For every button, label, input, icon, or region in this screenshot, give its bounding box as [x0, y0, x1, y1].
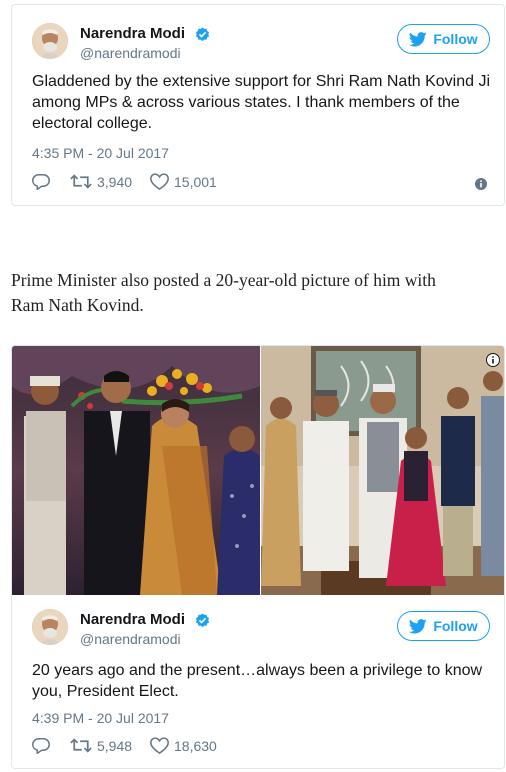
like-count: 18,630 — [174, 737, 217, 754]
article-line: Prime Minister also posted a 20-year-old… — [11, 270, 436, 290]
tweet-text-line: you, President Elect. — [32, 683, 179, 700]
follow-button[interactable]: Follow — [397, 24, 490, 54]
retweet-button[interactable]: 3,940 — [70, 173, 132, 190]
heart-icon — [150, 173, 169, 190]
reply-icon — [32, 174, 50, 190]
media-info-icon[interactable] — [486, 353, 500, 367]
author-handle[interactable]: @narendramodi — [80, 45, 181, 61]
embedded-tweet: Narendra Modi @narendramodi Follow Gladd… — [11, 4, 505, 206]
author-handle[interactable]: @narendramodi — [80, 631, 181, 647]
verified-badge-icon — [195, 613, 210, 628]
tweet-timestamp[interactable]: 4:39 PM - 20 Jul 2017 — [32, 710, 169, 726]
author-avatar[interactable] — [32, 609, 68, 645]
follow-label: Follow — [433, 31, 478, 47]
tweet-text: 20 years ago and the present…always been… — [32, 660, 482, 702]
follow-button[interactable]: Follow — [397, 611, 490, 641]
tweet-text-line: electoral college. — [32, 115, 153, 132]
author-avatar[interactable] — [32, 23, 68, 59]
twitter-bird-icon — [409, 618, 428, 633]
twitter-bird-icon — [409, 31, 428, 46]
retweet-count: 5,948 — [97, 737, 133, 754]
verified-badge-icon — [195, 27, 210, 42]
retweet-icon — [70, 174, 92, 189]
retweet-button[interactable]: 5,948 — [70, 737, 132, 754]
like-count: 15,001 — [174, 173, 217, 190]
reply-button[interactable] — [32, 737, 50, 754]
heart-icon — [150, 737, 169, 754]
author-name[interactable]: Narendra Modi — [80, 611, 185, 628]
retweet-count: 3,940 — [97, 173, 133, 190]
tweet-text: Gladdened by the extensive support for S… — [32, 71, 490, 134]
article-line: Ram Nath Kovind. — [11, 295, 144, 315]
article-paragraph: Prime Minister also posted a 20-year-old… — [11, 268, 501, 318]
retweet-icon — [70, 738, 92, 753]
like-button[interactable]: 18,630 — [150, 737, 217, 754]
tweet-text-line: among MPs & across various states. I tha… — [32, 94, 460, 111]
tweet-media[interactable] — [12, 346, 504, 595]
reply-button[interactable] — [32, 173, 50, 190]
follow-label: Follow — [433, 618, 478, 634]
tweet-text-line: 20 years ago and the present…always been… — [32, 662, 483, 679]
tweet-text-line: Gladdened by the extensive support for S… — [32, 73, 491, 90]
tweet-photo-old[interactable] — [12, 346, 260, 595]
like-button[interactable]: 15,001 — [150, 173, 217, 190]
tweet-timestamp[interactable]: 4:35 PM - 20 Jul 2017 — [32, 145, 169, 161]
reply-icon — [32, 738, 50, 754]
embedded-tweet: Narendra Modi @narendramodi Follow 20 ye… — [11, 345, 505, 769]
tweet-photo-present[interactable] — [261, 346, 504, 595]
info-icon[interactable] — [475, 178, 487, 190]
author-name[interactable]: Narendra Modi — [80, 25, 185, 42]
